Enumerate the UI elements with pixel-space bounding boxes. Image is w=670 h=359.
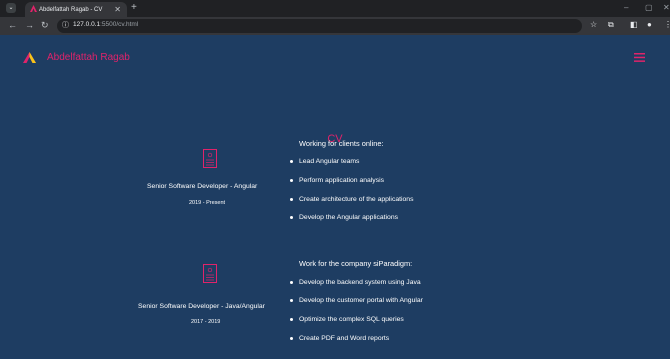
logo-icon[interactable] bbox=[23, 52, 36, 63]
maximize-icon[interactable]: ▢ bbox=[645, 3, 653, 12]
minimize-icon[interactable]: – bbox=[624, 3, 628, 12]
tab-search-icon[interactable]: ⌄ bbox=[6, 3, 16, 13]
job-role: Senior Software Developer - Java/Angular bbox=[138, 303, 265, 310]
close-window-icon[interactable]: ✕ bbox=[663, 3, 670, 12]
job-company: Working for clients online: bbox=[299, 139, 384, 148]
browser-tab-strip: ⌄ Abdelfattah Ragab - CV ✕ + – ▢ ✕ bbox=[0, 0, 670, 17]
bookmark-star-icon[interactable]: ☆ bbox=[590, 20, 597, 29]
list-item: Perform application analysis bbox=[290, 177, 384, 184]
forward-icon[interactable]: → bbox=[25, 20, 34, 30]
job-dates: 2017 - 2019 bbox=[191, 319, 221, 325]
list-item: Create architecture of the applications bbox=[290, 196, 413, 203]
profile-avatar-icon[interactable]: ● bbox=[647, 20, 652, 29]
list-item: Lead Angular teams bbox=[290, 158, 359, 165]
url-text: 127.0.0.1:5500/cv.html bbox=[73, 21, 139, 28]
browser-toolbar: ← → ↻ ⓘ 127.0.0.1:5500/cv.html ☆ ⧉ ◧ ● ⋮ bbox=[0, 17, 670, 35]
hamburger-menu-icon[interactable] bbox=[634, 53, 645, 62]
browser-tab[interactable]: Abdelfattah Ragab - CV ✕ bbox=[25, 2, 127, 17]
document-icon bbox=[203, 149, 217, 168]
list-item: Create PDF and Word reports bbox=[290, 335, 389, 342]
job-company: Work for the company siParadigm: bbox=[299, 259, 413, 268]
tab-title: Abdelfattah Ragab - CV bbox=[39, 6, 103, 13]
brand-name[interactable]: Abdelfattah Ragab bbox=[47, 52, 130, 63]
list-item: Optimize the complex SQL queries bbox=[290, 316, 404, 323]
favicon-icon bbox=[30, 5, 37, 12]
back-icon[interactable]: ← bbox=[8, 20, 17, 30]
list-item: Develop the customer portal with Angular bbox=[290, 297, 423, 304]
list-item: Develop the Angular applications bbox=[290, 214, 398, 221]
list-item: Develop the backend system using Java bbox=[290, 279, 421, 286]
extensions-icon[interactable]: ⧉ bbox=[608, 20, 614, 30]
close-icon[interactable]: ✕ bbox=[114, 5, 121, 14]
reload-icon[interactable]: ↻ bbox=[41, 20, 49, 31]
job-dates: 2019 - Present bbox=[189, 200, 226, 206]
browser-menu-icon[interactable]: ⋮ bbox=[664, 20, 670, 29]
job-role: Senior Software Developer - Angular bbox=[147, 183, 258, 190]
site-info-icon[interactable]: ⓘ bbox=[62, 20, 69, 30]
side-panel-icon[interactable]: ◧ bbox=[630, 20, 638, 29]
site-header: Abdelfattah Ragab bbox=[0, 35, 670, 89]
new-tab-icon[interactable]: + bbox=[131, 2, 137, 13]
document-icon bbox=[203, 264, 217, 283]
